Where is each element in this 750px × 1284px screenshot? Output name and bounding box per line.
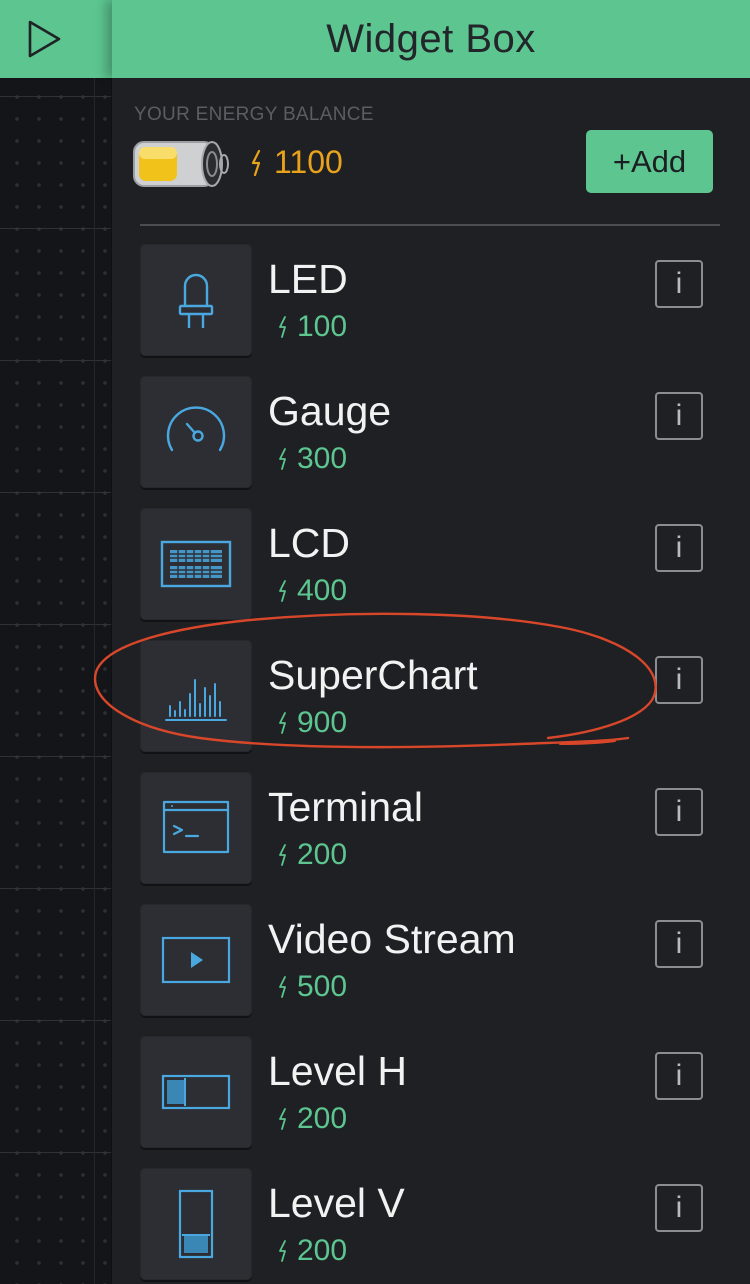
widget-tile[interactable] — [140, 772, 252, 884]
info-button[interactable]: i — [655, 920, 703, 968]
bolt-icon — [279, 316, 286, 338]
widget-tile[interactable] — [140, 1036, 252, 1148]
page-title: Widget Box — [326, 16, 536, 61]
widget-item-level-v[interactable]: Level V 200 i — [140, 1168, 720, 1280]
play-icon — [28, 20, 61, 58]
widget-name: Level H — [268, 1048, 408, 1094]
canvas-divider-line — [94, 78, 95, 1284]
widget-cost: 500 — [278, 970, 347, 1004]
widget-cost: 400 — [278, 574, 347, 608]
bolt-icon — [279, 1108, 286, 1130]
widget-tile[interactable] — [140, 376, 252, 488]
widget-item-gauge[interactable]: Gauge 300 i — [140, 376, 720, 488]
widget-name: LED — [268, 256, 348, 302]
widget-tile[interactable] — [140, 904, 252, 1016]
level-v-icon — [178, 1189, 214, 1259]
widget-tile[interactable] — [140, 640, 252, 752]
widget-cost-value: 500 — [297, 970, 348, 1003]
widget-cost-value: 200 — [297, 838, 348, 871]
widget-cost-value: 900 — [297, 706, 348, 739]
info-button[interactable]: i — [655, 788, 703, 836]
info-button[interactable]: i — [655, 1184, 703, 1232]
bolt-icon — [279, 1240, 286, 1262]
info-button[interactable]: i — [655, 392, 703, 440]
battery-icon — [133, 141, 229, 187]
info-button[interactable]: i — [655, 1052, 703, 1100]
widget-cost: 200 — [278, 1234, 347, 1268]
divider — [140, 224, 720, 226]
widget-name: Terminal — [268, 784, 423, 830]
gauge-icon — [166, 406, 226, 452]
energy-balance: 1100 — [250, 144, 343, 181]
play-button[interactable] — [0, 0, 112, 78]
info-button[interactable]: i — [655, 656, 703, 704]
widget-name: SuperChart — [268, 652, 478, 698]
widget-cost: 200 — [278, 1102, 347, 1136]
widget-cost-value: 100 — [297, 310, 348, 343]
widget-tile[interactable] — [140, 1168, 252, 1280]
widget-item-video-stream[interactable]: Video Stream 500 i — [140, 904, 720, 1016]
widget-item-level-h[interactable]: Level H 200 i — [140, 1036, 720, 1148]
level-h-icon — [161, 1074, 231, 1110]
widget-cost: 300 — [278, 442, 347, 476]
bolt-icon — [279, 448, 286, 470]
widget-cost-value: 200 — [297, 1102, 348, 1135]
info-button[interactable]: i — [655, 260, 703, 308]
bolt-icon — [279, 712, 286, 734]
led-icon — [178, 273, 214, 328]
widget-cost-value: 200 — [297, 1234, 348, 1267]
info-button[interactable]: i — [655, 524, 703, 572]
widget-cost-value: 400 — [297, 574, 348, 607]
widget-box-panel: YOUR ENERGY BALANCE 1100 +Add LED 100 i … — [112, 78, 750, 1284]
widget-name: Video Stream — [268, 916, 516, 962]
widget-item-terminal[interactable]: Terminal 200 i — [140, 772, 720, 884]
widget-cost-value: 300 — [297, 442, 348, 475]
widget-cost: 900 — [278, 706, 347, 740]
bolt-icon — [279, 580, 286, 602]
dashboard-canvas-strip — [0, 78, 112, 1284]
widget-name: Gauge — [268, 388, 392, 434]
lcd-icon — [160, 540, 232, 588]
terminal-icon — [162, 800, 230, 854]
widget-item-led[interactable]: LED 100 i — [140, 244, 720, 356]
bolt-icon — [279, 976, 286, 998]
widget-cost: 200 — [278, 838, 347, 872]
widget-name: LCD — [268, 520, 351, 566]
widget-item-superchart[interactable]: SuperChart 900 i — [140, 640, 720, 752]
video-stream-icon — [161, 936, 231, 984]
widget-tile[interactable] — [140, 508, 252, 620]
bolt-icon — [279, 844, 286, 866]
widget-name: Level V — [268, 1180, 405, 1226]
widget-item-lcd[interactable]: LCD 400 i — [140, 508, 720, 620]
bolt-icon — [251, 149, 261, 176]
superchart-icon — [165, 679, 227, 721]
widget-box-header: Widget Box — [112, 0, 750, 78]
add-energy-button[interactable]: +Add — [586, 130, 713, 193]
widget-tile[interactable] — [140, 244, 252, 356]
widget-cost: 100 — [278, 310, 347, 344]
energy-balance-value: 1100 — [274, 144, 343, 180]
energy-balance-label: YOUR ENERGY BALANCE — [134, 104, 374, 125]
